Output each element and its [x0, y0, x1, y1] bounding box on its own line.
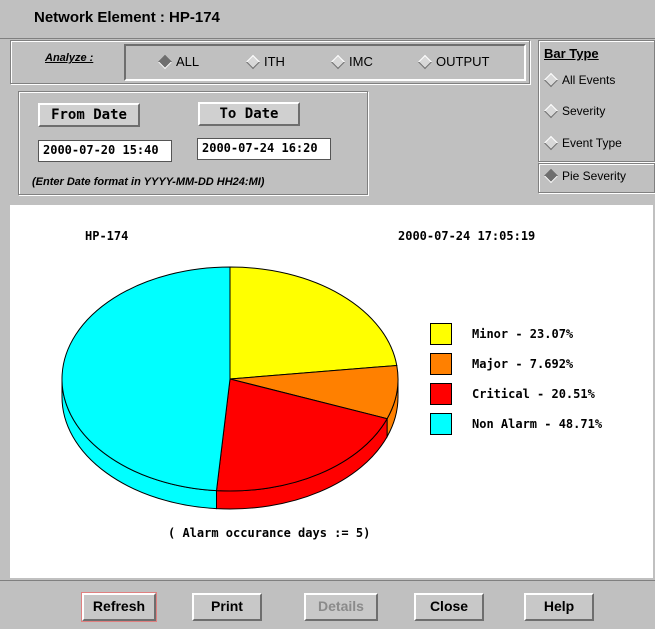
radio-selected-icon [157, 54, 173, 69]
bar-type-title: Bar Type [544, 46, 599, 61]
refresh-button[interactable]: Refresh [81, 592, 157, 622]
pie-slice [229, 266, 398, 380]
pie-severity-label: Pie Severity [562, 169, 627, 183]
details-button[interactable]: Details [304, 593, 378, 621]
legend-label: Critical - 20.51% [472, 387, 595, 401]
date-format-hint: (Enter Date format in YYYY-MM-DD HH24:MI… [32, 176, 265, 188]
legend-label: Minor - 23.07% [472, 327, 574, 341]
bar-type-all-events[interactable]: All Events [543, 72, 616, 88]
radio-icon [543, 72, 559, 88]
analyze-option-label: ITH [264, 54, 285, 69]
radio-icon [543, 103, 559, 119]
bar-type-option-label: Severity [562, 104, 606, 118]
legend-swatch [430, 323, 452, 345]
print-button[interactable]: Print [192, 593, 262, 621]
legend-label: Major - 7.692% [472, 357, 574, 371]
legend: Minor - 23.07% Major - 7.692% Critical -… [430, 323, 602, 435]
legend-item: Minor - 23.07% [430, 323, 602, 345]
bar-type-event-type[interactable]: Event Type [543, 135, 622, 151]
analyze-option-imc[interactable]: IMC [330, 54, 373, 69]
from-date-button[interactable]: From Date [38, 103, 140, 127]
chart-caption: ( Alarm occurance days := 5) [168, 526, 371, 540]
chart-panel: HP-174 2000-07-24 17:05:19 Minor - 23.07… [10, 205, 653, 578]
pie-slice [61, 266, 231, 492]
to-date-field[interactable]: 2000-07-24 16:20 [197, 138, 331, 160]
from-date-field[interactable]: 2000-07-20 15:40 [38, 140, 172, 162]
legend-item: Non Alarm - 48.71% [430, 413, 602, 435]
close-button[interactable]: Close [414, 593, 484, 621]
analyze-option-ith[interactable]: ITH [245, 54, 285, 69]
bar-type-option-label: All Events [562, 73, 616, 87]
legend-swatch [430, 383, 452, 405]
radio-icon [330, 54, 346, 69]
pie-severity-option[interactable]: Pie Severity [543, 168, 627, 184]
radio-icon [543, 135, 559, 151]
window-title: Network Element : HP-174 [34, 9, 220, 26]
analyze-option-label: ALL [176, 54, 200, 69]
analyze-label: Analyze : [45, 52, 94, 64]
radio-selected-icon [543, 168, 559, 184]
legend-label: Non Alarm - 48.71% [472, 417, 603, 431]
analyze-option-label: IMC [349, 54, 373, 69]
legend-swatch [430, 413, 452, 435]
analyze-option-label: OUTPUT [436, 54, 490, 69]
bar-type-severity[interactable]: Severity [543, 103, 606, 119]
radio-icon [417, 54, 433, 69]
help-button[interactable]: Help [524, 593, 594, 621]
analyze-option-all[interactable]: ALL [157, 54, 200, 69]
window-header: Network Element : HP-174 [0, 0, 655, 39]
bar-type-option-label: Event Type [562, 136, 622, 150]
legend-item: Major - 7.692% [430, 353, 602, 375]
analyze-option-output[interactable]: OUTPUT [417, 54, 490, 69]
to-date-button[interactable]: To Date [198, 102, 300, 126]
radio-icon [245, 54, 261, 69]
legend-item: Critical - 20.51% [430, 383, 602, 405]
legend-swatch [430, 353, 452, 375]
